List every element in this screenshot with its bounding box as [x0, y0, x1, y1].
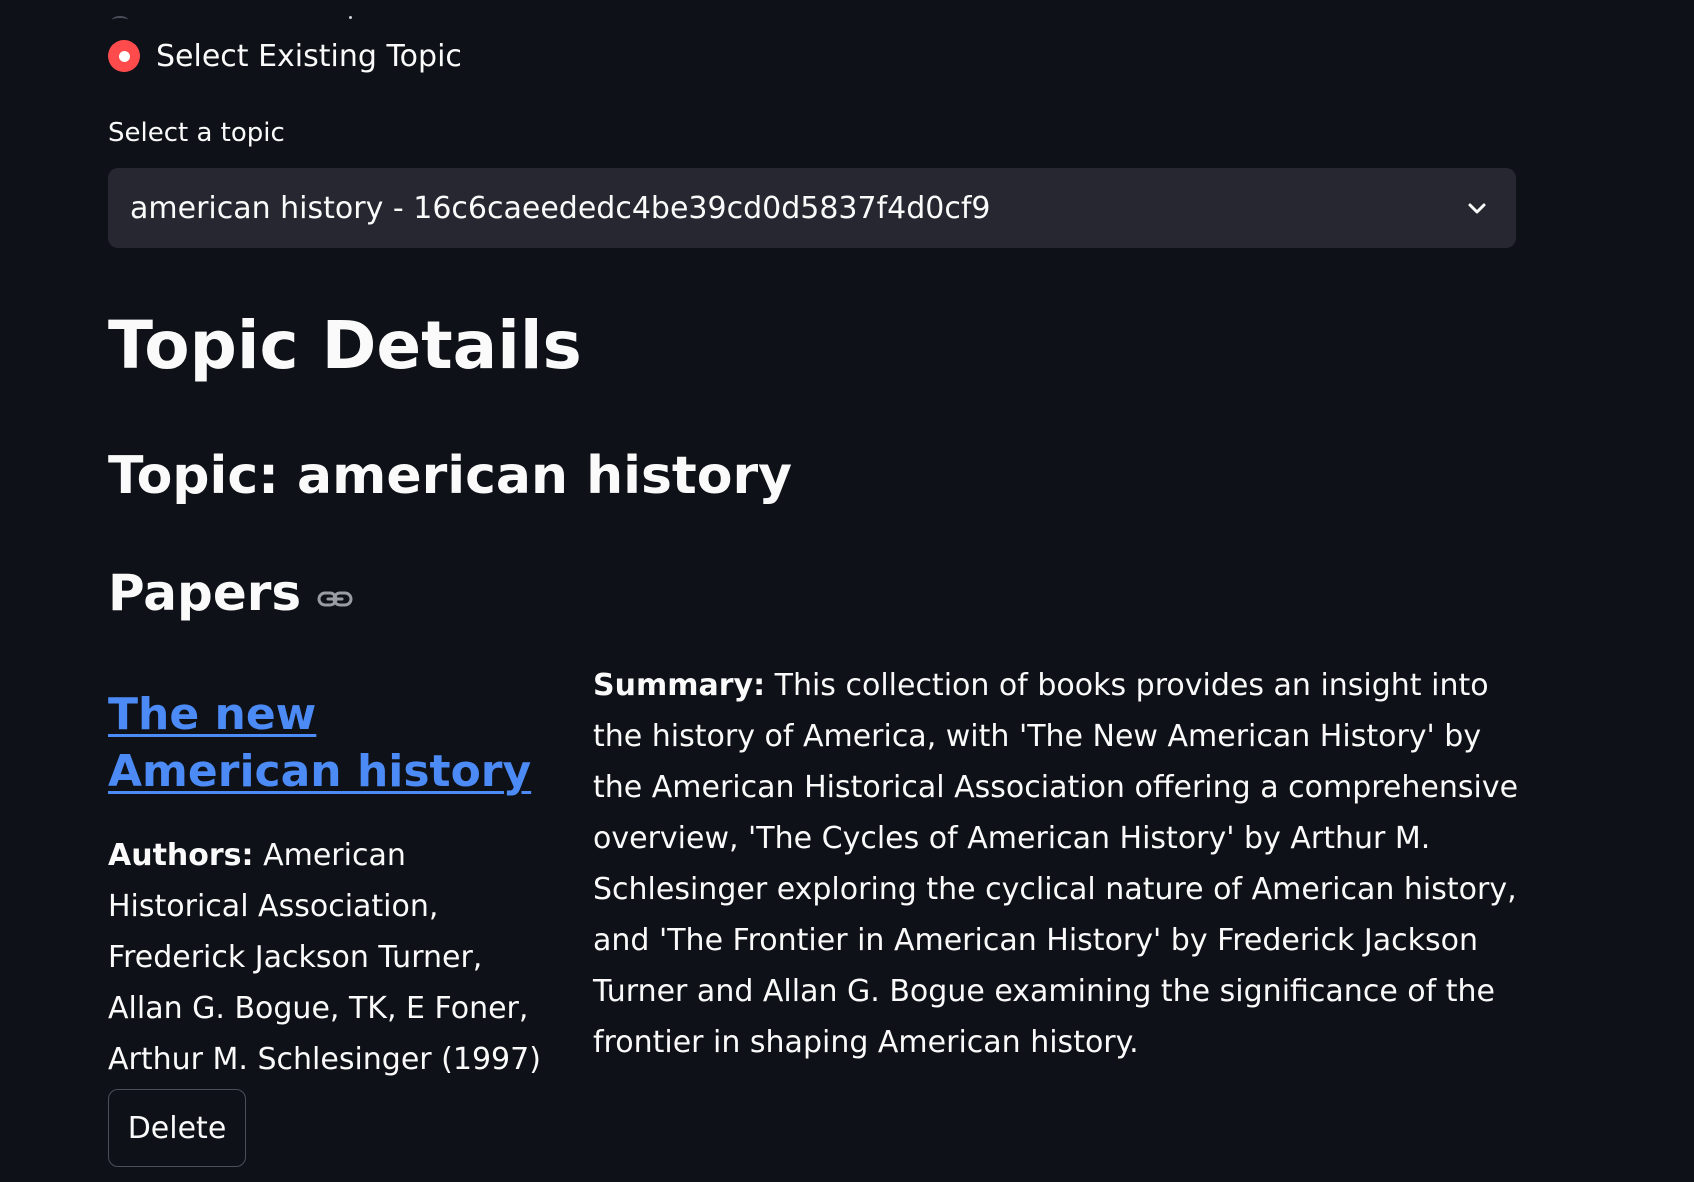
topic-select-value: american history - 16c6caeededc4be39cd0d… — [130, 190, 991, 226]
previous-label-edge — [349, 16, 352, 19]
papers-heading: Papers — [108, 564, 302, 622]
radio-inner-dot — [118, 50, 130, 62]
paper-title-link[interactable]: The new American history — [108, 686, 548, 800]
radio-option-select-existing[interactable]: Select Existing Topic — [108, 38, 462, 74]
link-icon[interactable] — [317, 588, 353, 610]
paper-authors: Authors: American Historical Association… — [108, 830, 548, 1085]
summary-text: This collection of books provides an ins… — [593, 668, 1519, 1060]
paper-info-column: The new American history Authors: Americ… — [108, 686, 548, 1167]
papers-section-header: Papers — [108, 566, 353, 621]
authors-value: American Historical Association, Frederi… — [108, 838, 541, 1077]
chevron-down-icon[interactable] — [1464, 195, 1490, 221]
page-title: Topic Details — [108, 307, 582, 384]
radio-label: Select Existing Topic — [156, 38, 462, 74]
select-label: Select a topic — [108, 118, 285, 148]
delete-button[interactable]: Delete — [108, 1089, 246, 1167]
topic-select[interactable]: american history - 16c6caeededc4be39cd0d… — [108, 168, 1516, 248]
summary-label: Summary: — [593, 668, 766, 703]
topic-heading: Topic: american history — [108, 446, 793, 506]
radio-selected-icon[interactable] — [108, 40, 140, 72]
authors-label: Authors: — [108, 838, 254, 873]
previous-radio-option-edge — [112, 16, 128, 24]
app-page: Select Existing Topic Select a topic ame… — [0, 0, 1694, 1182]
paper-summary: Summary: This collection of books provid… — [593, 660, 1523, 1068]
